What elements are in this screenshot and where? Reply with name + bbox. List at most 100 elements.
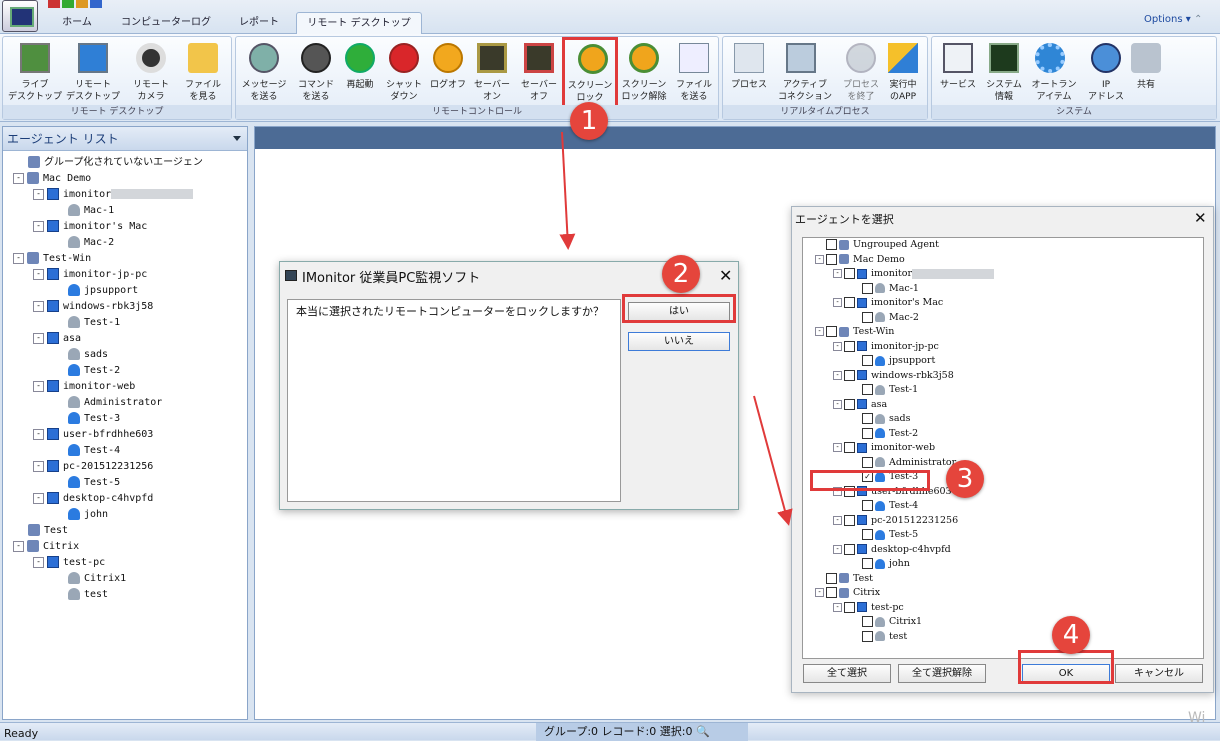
tree-toggle-icon[interactable]: - bbox=[833, 269, 842, 278]
tree-node[interactable]: Test-4 bbox=[13, 443, 245, 459]
tree-node[interactable]: - user-bfrdhhe603 bbox=[13, 427, 245, 443]
remote-desktop-button[interactable]: リモート デスクトップ bbox=[65, 39, 121, 103]
tree-node[interactable]: - Mac Demo bbox=[13, 171, 245, 187]
select-tree-node[interactable]: test bbox=[803, 630, 1203, 645]
tree-toggle-icon[interactable]: - bbox=[815, 588, 824, 597]
select-all-button[interactable]: 全て選択 bbox=[803, 664, 891, 683]
checkbox[interactable] bbox=[826, 326, 837, 337]
checkbox[interactable] bbox=[844, 398, 855, 410]
checkbox[interactable] bbox=[862, 311, 873, 323]
tab-report[interactable]: レポート bbox=[226, 12, 292, 34]
tree-node[interactable]: Mac-2 bbox=[13, 235, 245, 251]
checkbox[interactable] bbox=[826, 572, 837, 584]
app-logo-icon[interactable] bbox=[2, 0, 38, 32]
tree-node[interactable]: - Test-Win bbox=[13, 251, 245, 267]
tree-node[interactable]: - windows-rbk3j58 bbox=[13, 299, 245, 315]
tree-toggle-icon[interactable]: - bbox=[815, 254, 824, 264]
tree-node[interactable]: Citrix1 bbox=[13, 571, 245, 587]
checkbox[interactable] bbox=[862, 558, 873, 569]
tree-node[interactable]: sads bbox=[13, 347, 245, 363]
checkbox[interactable] bbox=[826, 239, 837, 250]
tree-toggle-icon[interactable]: - bbox=[833, 370, 842, 380]
checkbox[interactable] bbox=[862, 384, 873, 395]
tree-node[interactable]: Test bbox=[13, 523, 245, 539]
cancel-button[interactable]: キャンセル bbox=[1115, 664, 1203, 683]
tree-toggle-icon[interactable]: - bbox=[33, 332, 44, 344]
checkbox[interactable] bbox=[862, 413, 873, 424]
close-icon[interactable]: ✕ bbox=[719, 266, 732, 285]
checkbox[interactable] bbox=[844, 442, 855, 453]
search-icon[interactable]: 🔍 bbox=[696, 725, 710, 738]
select-tree-node[interactable]: Test bbox=[803, 572, 1203, 587]
tree-toggle-icon[interactable]: - bbox=[33, 268, 44, 280]
running-apps-button[interactable]: 実行中 のAPP bbox=[875, 39, 931, 103]
select-tree-node[interactable]: sads bbox=[803, 412, 1203, 427]
view-files-button[interactable]: ファイル を見る bbox=[175, 39, 231, 103]
tree-node[interactable]: - imonitor-jp-pc bbox=[13, 267, 245, 283]
live-desktop-button[interactable]: ライブ デスクトップ bbox=[7, 39, 63, 103]
checkbox[interactable] bbox=[826, 253, 837, 265]
tree-node[interactable]: test bbox=[13, 587, 245, 603]
tab-remote-desktop[interactable]: リモート デスクトップ bbox=[296, 12, 422, 35]
tree-toggle-icon[interactable]: - bbox=[833, 298, 842, 307]
tree-node[interactable]: Test-3 bbox=[13, 411, 245, 427]
tree-node[interactable]: - asa bbox=[13, 331, 245, 347]
checkbox[interactable] bbox=[862, 456, 873, 468]
select-tree-node[interactable]: - Test-Win bbox=[803, 325, 1203, 340]
tree-node[interactable]: - desktop-c4hvpfd bbox=[13, 491, 245, 507]
checkbox[interactable] bbox=[844, 340, 855, 352]
screen-unlock-button[interactable]: スクリーン ロック解除 bbox=[616, 39, 672, 103]
select-tree-node[interactable]: Test-4 bbox=[803, 499, 1203, 514]
tree-node[interactable]: Test-5 bbox=[13, 475, 245, 491]
select-tree-node[interactable]: - imonitor-web bbox=[803, 441, 1203, 456]
tree-node[interactable]: - test-pc bbox=[13, 555, 245, 571]
checkbox[interactable] bbox=[844, 268, 855, 279]
tree-node[interactable]: - imonitor bbox=[13, 187, 245, 203]
tree-toggle-icon[interactable]: - bbox=[833, 544, 842, 554]
tree-toggle-icon[interactable]: - bbox=[33, 556, 44, 568]
checkbox[interactable] bbox=[862, 355, 873, 366]
select-tree-node[interactable]: - Citrix bbox=[803, 586, 1203, 601]
checkbox[interactable] bbox=[862, 616, 873, 627]
select-tree-node[interactable]: Administrator bbox=[803, 456, 1203, 471]
checkbox[interactable] bbox=[862, 529, 873, 540]
select-tree-node[interactable]: john bbox=[803, 557, 1203, 572]
checkbox[interactable] bbox=[844, 297, 855, 308]
screen-lock-button[interactable]: スクリーン ロック bbox=[562, 37, 618, 109]
select-tree-node[interactable]: Mac-2 bbox=[803, 311, 1203, 326]
checkbox[interactable] bbox=[862, 500, 873, 511]
select-tree-node[interactable]: - Mac Demo bbox=[803, 253, 1203, 268]
tree-node[interactable]: john bbox=[13, 507, 245, 523]
tree-toggle-icon[interactable]: - bbox=[33, 220, 44, 232]
tree-node[interactable]: Test-2 bbox=[13, 363, 245, 379]
chevron-down-icon[interactable] bbox=[233, 136, 241, 141]
select-tree-node[interactable]: jpsupport bbox=[803, 354, 1203, 369]
checkbox[interactable] bbox=[826, 587, 837, 598]
tree-toggle-icon[interactable]: - bbox=[33, 428, 44, 440]
checkbox[interactable] bbox=[862, 630, 873, 642]
agent-list-header[interactable]: エージェント リスト bbox=[3, 127, 247, 151]
select-tree-node[interactable]: - pc-201512231256 bbox=[803, 514, 1203, 529]
checkbox[interactable] bbox=[862, 282, 873, 294]
tree-toggle-icon[interactable]: - bbox=[833, 399, 842, 409]
options-menu[interactable]: Options ▾ ⌃ bbox=[1144, 14, 1202, 25]
select-tree-node[interactable]: - windows-rbk3j58 bbox=[803, 369, 1203, 384]
tree-toggle-icon[interactable]: - bbox=[13, 172, 24, 184]
checkbox[interactable] bbox=[844, 543, 855, 555]
tab-computer-log[interactable]: コンピューターログ bbox=[108, 12, 224, 34]
select-tree-node[interactable]: - desktop-c4hvpfd bbox=[803, 543, 1203, 558]
remote-camera-button[interactable]: リモート カメラ bbox=[123, 39, 179, 103]
tree-toggle-icon[interactable]: - bbox=[33, 188, 44, 200]
tree-toggle-icon[interactable]: - bbox=[833, 602, 842, 612]
checkbox[interactable] bbox=[844, 601, 855, 613]
tree-node[interactable]: Test-1 bbox=[13, 315, 245, 331]
share-button[interactable]: 共有 bbox=[1118, 39, 1174, 103]
checkbox[interactable] bbox=[844, 514, 855, 526]
tree-toggle-icon[interactable]: - bbox=[13, 252, 24, 264]
select-tree-node[interactable]: - imonitor's Mac bbox=[803, 296, 1203, 311]
tab-home[interactable]: ホーム bbox=[48, 12, 106, 34]
send-message-button[interactable]: メッセージ を送る bbox=[236, 39, 292, 103]
tree-toggle-icon[interactable]: - bbox=[815, 327, 824, 336]
checkbox[interactable] bbox=[862, 427, 873, 439]
active-connection-button[interactable]: アクティブ コネクション bbox=[773, 39, 837, 103]
